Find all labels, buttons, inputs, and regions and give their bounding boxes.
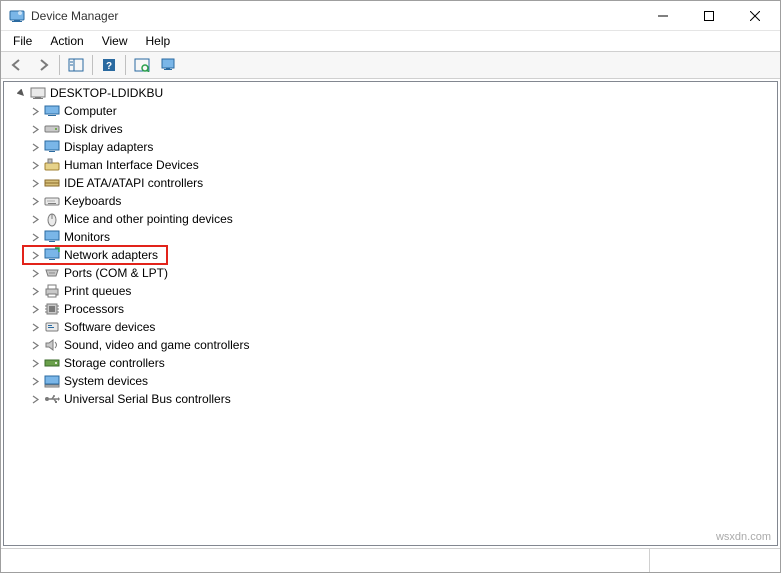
device-manager-window: Device Manager File Action View Help	[0, 0, 781, 573]
tree-item-human-interface-devices[interactable]: Human Interface Devices	[24, 156, 777, 174]
tree-item-storage-controllers[interactable]: Storage controllers	[24, 354, 777, 372]
ide-ata-atapi-controllers-icon	[44, 175, 60, 191]
software-devices-icon	[44, 319, 60, 335]
tree-item-label: Network adapters	[63, 248, 159, 262]
tree-item-processors[interactable]: Processors	[24, 300, 777, 318]
universal-serial-bus-controllers-icon	[44, 391, 60, 407]
back-button[interactable]	[5, 54, 29, 76]
tree-item-label: Disk drives	[63, 122, 124, 136]
tree-item-keyboards[interactable]: Keyboards	[24, 192, 777, 210]
forward-button[interactable]	[31, 54, 55, 76]
system-devices-icon	[44, 373, 60, 389]
titlebar: Device Manager	[1, 1, 780, 31]
computer-icon	[44, 103, 60, 119]
help-button[interactable]: ?	[97, 54, 121, 76]
tree-item-label: Monitors	[63, 230, 111, 244]
menu-file[interactable]: File	[5, 33, 40, 49]
monitor-button[interactable]	[156, 54, 180, 76]
storage-controllers-icon	[44, 355, 60, 371]
tree-item-label: IDE ATA/ATAPI controllers	[63, 176, 204, 190]
tree-item-label: Mice and other pointing devices	[63, 212, 234, 226]
tree-item-label: Print queues	[63, 284, 132, 298]
expander-closed-icon[interactable]	[28, 374, 42, 388]
close-button[interactable]	[732, 1, 778, 31]
expander-closed-icon[interactable]	[28, 248, 42, 262]
expander-closed-icon[interactable]	[28, 356, 42, 370]
tree-item-label: Keyboards	[63, 194, 122, 208]
tree-item-system-devices[interactable]: System devices	[24, 372, 777, 390]
expander-closed-icon[interactable]	[28, 338, 42, 352]
toolbar-separator	[59, 55, 60, 75]
tree-item-ide-ata-atapi-controllers[interactable]: IDE ATA/ATAPI controllers	[24, 174, 777, 192]
expander-closed-icon[interactable]	[28, 266, 42, 280]
statusbar	[1, 548, 780, 572]
expander-closed-icon[interactable]	[28, 140, 42, 154]
ports-com-lpt-icon	[44, 265, 60, 281]
tree-item-sound-video-and-game-controllers[interactable]: Sound, video and game controllers	[24, 336, 777, 354]
expander-closed-icon[interactable]	[28, 104, 42, 118]
toolbar-separator	[125, 55, 126, 75]
app-icon	[9, 8, 25, 24]
show-hide-console-tree-button[interactable]	[64, 54, 88, 76]
sound-video-and-game-controllers-icon	[44, 337, 60, 353]
expander-closed-icon[interactable]	[28, 176, 42, 190]
tree-item-label: Storage controllers	[63, 356, 166, 370]
tree-root-label: DESKTOP-LDIDKBU	[49, 86, 164, 100]
tree-item-display-adapters[interactable]: Display adapters	[24, 138, 777, 156]
minimize-button[interactable]	[640, 1, 686, 31]
expander-open-icon[interactable]	[14, 86, 28, 100]
menubar: File Action View Help	[1, 31, 780, 51]
tree-item-label: Display adapters	[63, 140, 154, 154]
expander-closed-icon[interactable]	[28, 302, 42, 316]
tree-item-label: Human Interface Devices	[63, 158, 200, 172]
display-adapters-icon	[44, 139, 60, 155]
tree-item-label: Sound, video and game controllers	[63, 338, 250, 352]
tree-item-monitors[interactable]: Monitors	[24, 228, 777, 246]
tree-item-mice-and-other-pointing-devices[interactable]: Mice and other pointing devices	[24, 210, 777, 228]
svg-text:?: ?	[106, 61, 112, 72]
expander-closed-icon[interactable]	[28, 392, 42, 406]
disk-drives-icon	[44, 121, 60, 137]
tree-item-universal-serial-bus-controllers[interactable]: Universal Serial Bus controllers	[24, 390, 777, 408]
expander-closed-icon[interactable]	[28, 158, 42, 172]
watermark: wsxdn.com	[716, 531, 771, 543]
network-adapters-icon	[44, 247, 60, 263]
toolbar: ?	[1, 51, 780, 79]
tree-item-computer[interactable]: Computer	[24, 102, 777, 120]
tree-item-label: Software devices	[63, 320, 156, 334]
expander-closed-icon[interactable]	[28, 230, 42, 244]
expander-closed-icon[interactable]	[28, 122, 42, 136]
tree-item-label: Universal Serial Bus controllers	[63, 392, 232, 406]
tree-item-label: Processors	[63, 302, 125, 316]
keyboards-icon	[44, 193, 60, 209]
tree-item-print-queues[interactable]: Print queues	[24, 282, 777, 300]
window-title: Device Manager	[31, 9, 118, 23]
expander-closed-icon[interactable]	[28, 320, 42, 334]
tree-item-label: Computer	[63, 104, 118, 118]
menu-help[interactable]: Help	[138, 33, 179, 49]
human-interface-devices-icon	[44, 157, 60, 173]
tree-item-ports-com-lpt[interactable]: Ports (COM & LPT)	[24, 264, 777, 282]
processors-icon	[44, 301, 60, 317]
mice-and-other-pointing-devices-icon	[44, 211, 60, 227]
device-tree-panel[interactable]: DESKTOP-LDIDKBU Computer Disk drives Displ…	[3, 81, 778, 546]
computer-root-icon	[30, 85, 46, 101]
maximize-button[interactable]	[686, 1, 732, 31]
tree-item-network-adapters[interactable]: Network adapters	[24, 246, 777, 264]
tree-item-disk-drives[interactable]: Disk drives	[24, 120, 777, 138]
expander-closed-icon[interactable]	[28, 284, 42, 298]
monitors-icon	[44, 229, 60, 245]
tree-item-label: System devices	[63, 374, 149, 388]
tree-item-software-devices[interactable]: Software devices	[24, 318, 777, 336]
menu-action[interactable]: Action	[42, 33, 91, 49]
print-queues-icon	[44, 283, 60, 299]
tree-item-label: Ports (COM & LPT)	[63, 266, 169, 280]
scan-hardware-button[interactable]	[130, 54, 154, 76]
expander-closed-icon[interactable]	[28, 212, 42, 226]
expander-closed-icon[interactable]	[28, 194, 42, 208]
menu-view[interactable]: View	[94, 33, 136, 49]
toolbar-separator	[92, 55, 93, 75]
tree-root-row[interactable]: DESKTOP-LDIDKBU	[4, 84, 777, 102]
